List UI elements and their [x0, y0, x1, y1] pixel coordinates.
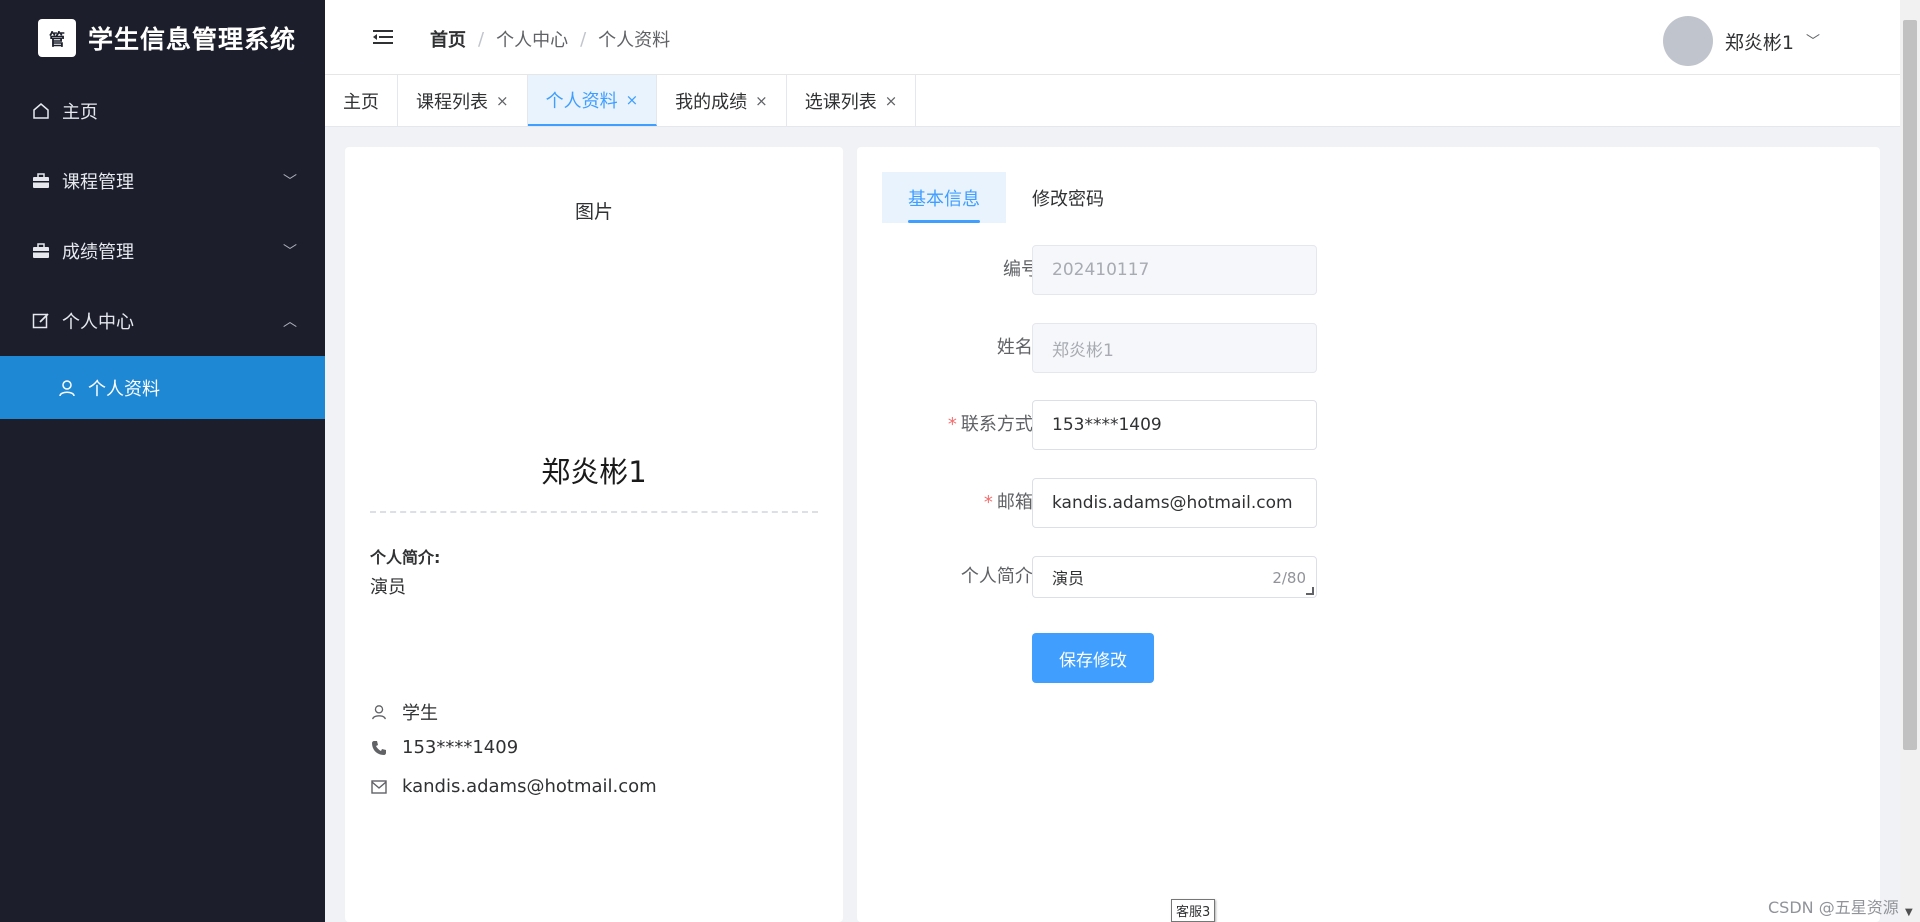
chevron-up-icon: ︿ [283, 314, 297, 330]
tab-label: 选课列表 [804, 91, 877, 113]
intro-textarea-value: 演员 [1052, 569, 1085, 588]
brand-logo: 管 [38, 19, 76, 57]
tab-label: 主页 [343, 91, 379, 113]
sidebar-subitem-profile[interactable]: 个人资料 [0, 356, 325, 419]
breadcrumb: 首页 / 个人中心 / 个人资料 [430, 26, 670, 52]
required-mark: * [947, 414, 957, 435]
tab-label: 个人资料 [545, 90, 618, 112]
tab-home[interactable]: 主页 [325, 75, 398, 126]
profile-form-card: 基本信息 修改密码 编号 姓名: *联系方式: *邮箱: 个人简介: 演员 2/… [857, 147, 1880, 922]
email-input[interactable] [1032, 478, 1317, 528]
required-mark: * [983, 492, 993, 513]
top-header: 首页 / 个人中心 / 个人资料 郑炎彬1 ﹀ [325, 0, 1900, 75]
tab-basic-info[interactable]: 基本信息 [882, 172, 1006, 223]
briefcase-icon [30, 173, 52, 189]
contact-field-row: * 联系方式: [857, 400, 1337, 450]
id-field-row: 编号 [857, 245, 1337, 295]
tab-my-grades[interactable]: 我的成绩 × [657, 75, 787, 126]
user-icon [370, 704, 388, 720]
phone-row: 153****1409 [370, 737, 518, 758]
home-icon [30, 102, 52, 120]
watermark: CSDN @五星资源 [1768, 898, 1899, 917]
sidebar: 管 学生信息管理系统 主页 课程管理 ﹀ 成绩管理 ﹀ 个人中心 ︿ 个人资料 [0, 0, 325, 922]
tab-label: 我的成绩 [675, 91, 748, 113]
sidebar-item-label: 主页 [62, 102, 98, 123]
chevron-down-icon[interactable]: ﹀ [1806, 31, 1820, 51]
tab-course-list[interactable]: 课程列表 × [398, 75, 528, 126]
email-field-row: * 邮箱: [857, 478, 1337, 528]
close-icon[interactable]: × [885, 92, 898, 110]
sidebar-item-course-management[interactable]: 课程管理 ﹀ [0, 146, 325, 216]
breadcrumb-profile: 个人资料 [598, 30, 671, 51]
intro-field-row: 个人简介: 演员 2/80 [857, 556, 1337, 606]
breadcrumb-home[interactable]: 首页 [430, 26, 466, 52]
sidebar-item-home[interactable]: 主页 [0, 76, 325, 146]
char-count: 2/80 [1272, 569, 1306, 587]
intro-text: 演员 [370, 577, 406, 598]
profile-name: 郑炎彬1 [541, 455, 647, 489]
tabs-bar: 主页 课程列表 × 个人资料 × 我的成绩 × 选课列表 × [325, 75, 1900, 127]
intro-textarea[interactable]: 演员 2/80 [1032, 556, 1317, 598]
divider [370, 511, 818, 513]
breadcrumb-separator: / [478, 28, 485, 50]
contact-input[interactable] [1032, 400, 1317, 450]
contact-label: * 联系方式: [948, 400, 1039, 450]
chevron-down-icon: ﹀ [283, 244, 297, 260]
brand-title: 学生信息管理系统 [88, 25, 297, 54]
tab-label: 课程列表 [416, 91, 488, 113]
phone-text: 153****1409 [402, 737, 519, 758]
tab-profile[interactable]: 个人资料 × [527, 75, 658, 126]
collapse-menu-icon[interactable] [373, 28, 393, 46]
scrollbar-thumb[interactable] [1903, 20, 1917, 750]
avatar[interactable] [1662, 16, 1713, 66]
save-button[interactable]: 保存修改 [1032, 633, 1154, 683]
page-scrollbar[interactable]: ▼ [1900, 0, 1920, 922]
tab-course-selection-list[interactable]: 选课列表 × [787, 75, 917, 126]
name-field-row: 姓名: [857, 323, 1337, 373]
customer-service-tooltip: 客服3 [1171, 899, 1216, 922]
breadcrumb-personal-center: 个人中心 [496, 30, 569, 51]
user-menu[interactable]: 郑炎彬1 ﹀ [1662, 16, 1820, 66]
close-icon[interactable]: × [755, 92, 768, 110]
close-icon[interactable]: × [496, 92, 509, 110]
briefcase-icon [30, 243, 52, 259]
intro-label: 个人简介: [370, 548, 441, 567]
name-input [1032, 323, 1317, 373]
scroll-down-arrow-icon[interactable]: ▼ [1905, 907, 1913, 918]
email-row: kandis.adams@hotmail.com [370, 776, 657, 797]
form-tabs: 基本信息 修改密码 [882, 172, 1130, 223]
sidebar-item-grade-management[interactable]: 成绩管理 ﹀ [0, 216, 325, 286]
contact-label-text: 联系方式: [960, 414, 1039, 435]
mail-icon [370, 779, 388, 794]
sidebar-item-label: 成绩管理 [62, 242, 134, 263]
chevron-down-icon: ﹀ [283, 174, 297, 190]
user-icon [56, 379, 78, 397]
email-text: kandis.adams@hotmail.com [402, 776, 657, 797]
role-row: 学生 [370, 699, 438, 725]
breadcrumb-separator: / [580, 28, 587, 50]
sidebar-item-label: 个人资料 [88, 378, 160, 400]
profile-card: 图片 郑炎彬1 个人简介: 演员 学生 153****1409 kandis.a… [345, 147, 843, 922]
sidebar-item-label: 课程管理 [62, 172, 134, 193]
email-label: * 邮箱: [984, 478, 1039, 528]
close-icon[interactable]: × [626, 91, 639, 109]
profile-image-placeholder: 图片 [574, 201, 613, 223]
resize-handle-icon[interactable] [1306, 587, 1314, 595]
intro-field-label: 个人简介: [960, 566, 1039, 587]
phone-icon [370, 740, 388, 756]
brand: 管 学生信息管理系统 [0, 0, 325, 76]
id-input [1032, 245, 1317, 295]
role-text: 学生 [402, 703, 438, 724]
sidebar-item-label: 个人中心 [62, 312, 134, 333]
edit-icon [30, 312, 52, 330]
sidebar-item-personal-center[interactable]: 个人中心 ︿ [0, 286, 325, 356]
tab-change-password[interactable]: 修改密码 [1006, 172, 1130, 223]
username[interactable]: 郑炎彬1 [1725, 28, 1794, 55]
